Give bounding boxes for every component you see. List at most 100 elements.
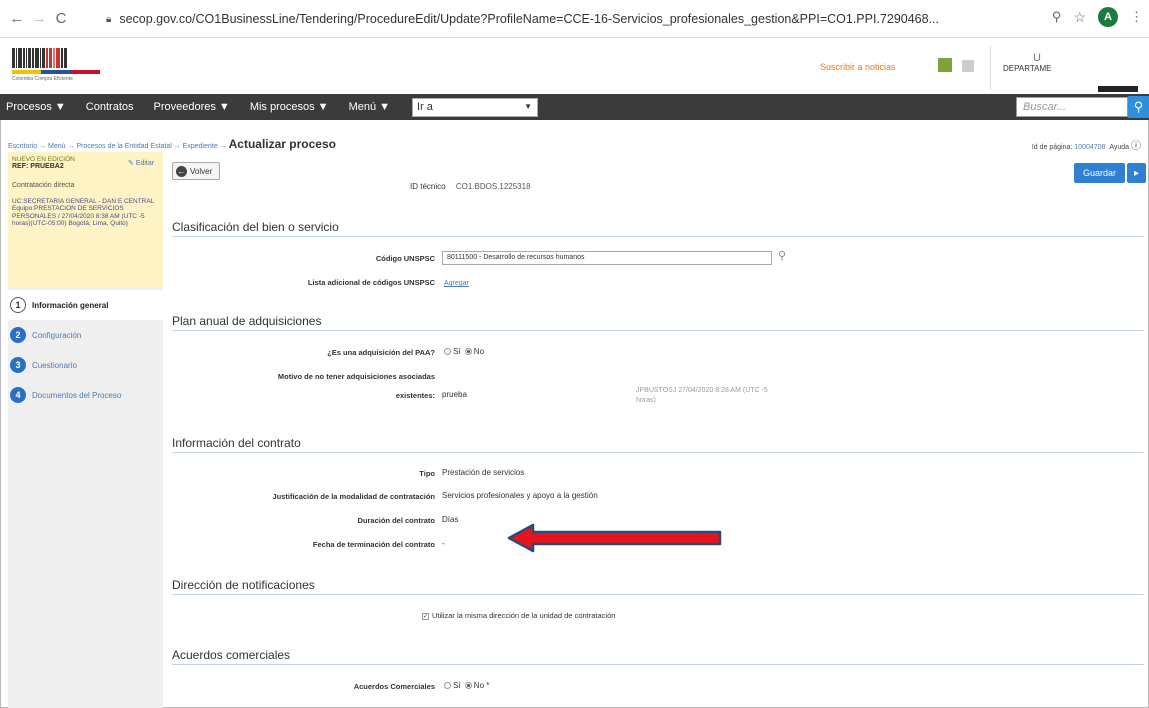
- search-icon[interactable]: ⚲: [778, 249, 786, 262]
- tipo-value: Prestación de servicios: [442, 468, 525, 477]
- step-number: 1: [10, 297, 26, 313]
- bookmark-star-icon[interactable]: ☆: [1073, 9, 1086, 26]
- menu-mis-procesos[interactable]: Mis procesos ▼: [240, 101, 339, 113]
- process-sidebar: NUEVO EN EDICIÓN ✎ Editar REF: PRUEBA2 C…: [8, 152, 163, 708]
- menu-proveedores[interactable]: Proveedores ▼: [144, 101, 240, 113]
- menu-procesos[interactable]: Procesos ▼: [0, 101, 76, 113]
- page-id-info: Id de página: 10004708 Ayuda ⓘ: [1032, 137, 1141, 152]
- process-type: Contratación directa: [12, 181, 75, 189]
- process-info-box: NUEVO EN EDICIÓN ✎ Editar REF: PRUEBA2 C…: [8, 152, 163, 288]
- help-icon[interactable]: ⓘ: [1131, 141, 1141, 152]
- step-configuracion[interactable]: 2 Configuración: [8, 320, 163, 350]
- colombia-compra-logo[interactable]: Colombia Compra Eficiente: [12, 48, 100, 82]
- paa-question-label: ¿Es una adquisición del PAA?: [327, 348, 435, 357]
- edit-label: Editar: [135, 160, 155, 167]
- tipo-label: Tipo: [419, 469, 435, 478]
- help-link[interactable]: Ayuda: [1109, 144, 1129, 151]
- motivo-label-1: Motivo de no tener adquisiciones asociad…: [277, 372, 435, 381]
- save-button[interactable]: Guardar: [1074, 163, 1125, 183]
- grid-icon[interactable]: [962, 60, 974, 72]
- browser-menu-icon[interactable]: ⋮: [1130, 9, 1143, 25]
- unspsc-field[interactable]: 80111500 - Desarrollo de recursos humano…: [442, 251, 772, 265]
- logo-tagline: Colombia Compra Eficiente: [12, 76, 73, 82]
- paa-no-label: No: [473, 347, 485, 356]
- lock-icon: 🔒︎: [106, 13, 112, 25]
- same-address-checkbox[interactable]: ✓: [422, 612, 429, 620]
- section-acuerdos: Acuerdos comerciales: [172, 648, 1144, 665]
- justificacion-label: Justificación de la modalidad de contrat…: [272, 492, 435, 501]
- dept-initials: U: [1033, 52, 1041, 64]
- section-paa: Plan anual de adquisiciones: [172, 314, 1144, 331]
- technical-id-label: ID técnico: [410, 182, 446, 191]
- section-contrato: Información del contrato: [172, 436, 1144, 453]
- notif-checkbox-row: ✓ Utilizar la misma dirección de la unida…: [422, 611, 615, 620]
- step-informacion-general[interactable]: 1 Información general: [8, 290, 163, 320]
- step-label: Documentos del Proceso: [32, 390, 122, 400]
- justificacion-value: Servicios profesionales y apoyo a la ges…: [442, 491, 598, 500]
- address-bar[interactable]: 🔒︎ secop.gov.co/CO1BusinessLine/Tenderin…: [106, 8, 1006, 30]
- page-id-link[interactable]: 10004708: [1074, 144, 1105, 151]
- section-clasificacion: Clasificación del bien o servicio: [172, 220, 1144, 237]
- acuerdos-radio-group: Sí No *: [442, 681, 489, 690]
- search-icon[interactable]: ⚲: [1128, 96, 1149, 118]
- back-button[interactable]: ← Volver: [172, 162, 220, 180]
- back-circle-icon: ←: [176, 165, 187, 177]
- page-title: Actualizar proceso: [228, 137, 336, 151]
- goto-select[interactable]: Ir a ▼: [412, 97, 539, 117]
- url-text: secop.gov.co/CO1BusinessLine/Tendering/P…: [119, 12, 940, 26]
- paa-radio-group: Sí No: [442, 347, 484, 356]
- browser-toolbar: ← → C 🔒︎ secop.gov.co/CO1BusinessLine/Te…: [0, 0, 1149, 38]
- step-number: 3: [10, 357, 26, 373]
- search-input[interactable]: Buscar...: [1016, 97, 1128, 117]
- edit-link[interactable]: ✎ Editar: [128, 160, 154, 168]
- motivo-note-line2: horas): [636, 396, 656, 404]
- motivo-label-2: existentes:: [395, 391, 435, 400]
- same-address-label: Utilizar la misma dirección de la unidad…: [432, 611, 616, 620]
- dropdown-caret-icon: ▼: [524, 101, 533, 111]
- step-label: Información general: [32, 300, 109, 310]
- user-department-box[interactable]: U DEPARTAME: [990, 46, 1140, 92]
- motivo-value: prueba: [442, 390, 467, 399]
- reload-icon[interactable]: C: [50, 10, 72, 27]
- paa-yes-radio[interactable]: [444, 348, 451, 356]
- dept-label: DEPARTAME: [1003, 64, 1052, 73]
- red-annotation-arrow: [507, 523, 722, 553]
- duracion-value: Días: [442, 515, 459, 524]
- acuerdos-label: Acuerdos Comerciales: [353, 682, 435, 691]
- page-id-label: Id de página:: [1031, 144, 1073, 151]
- step-label: Cuestionario: [32, 360, 77, 370]
- back-label: Volver: [190, 166, 213, 176]
- notifications-icon[interactable]: [938, 58, 952, 72]
- zoom-icon[interactable]: ⚲: [1052, 9, 1062, 25]
- paa-no-radio[interactable]: [464, 348, 472, 356]
- back-arrow-icon[interactable]: ←: [6, 10, 28, 27]
- menu-contratos[interactable]: Contratos: [76, 101, 144, 113]
- main-form: ← Volver Guardar ▸ ID técnico CO1.BDOS.1…: [170, 158, 1148, 708]
- account-avatar[interactable]: A: [1098, 7, 1118, 27]
- step-label: Configuración: [32, 330, 82, 340]
- breadcrumb-path[interactable]: Escritorio → Menú → Procesos de la Entid…: [8, 143, 229, 150]
- breadcrumb-bar: Escritorio → Menú → Procesos de la Entid…: [0, 124, 1149, 158]
- section-notificaciones: Dirección de notificaciones: [172, 578, 1144, 595]
- step-number: 2: [10, 327, 26, 343]
- step-number: 4: [10, 387, 26, 403]
- menu-menu[interactable]: Menú ▼: [339, 101, 400, 113]
- acuerdos-no-label: No *: [473, 681, 490, 690]
- acuerdos-yes-radio[interactable]: [444, 682, 451, 690]
- save-options-button[interactable]: ▸: [1127, 163, 1146, 183]
- motivo-audit-note: JPBUSTOSJ 27/04/2020 8:28 AM (UTC -5 hor…: [636, 386, 768, 406]
- acuerdos-no-radio[interactable]: [464, 682, 472, 690]
- step-documentos[interactable]: 4 Documentos del Proceso: [8, 380, 163, 410]
- paa-yes-label: Sí: [453, 347, 461, 356]
- header-subscribe-link[interactable]: Suscribir a noticias: [820, 62, 896, 72]
- forward-arrow-icon[interactable]: →: [28, 10, 50, 27]
- process-team: Equipo:PRESTACION DE SERVICIOS PERSONALE…: [12, 205, 145, 227]
- main-menu-bar: Procesos ▼ Contratos Proveedores ▼ Mis p…: [0, 94, 1149, 120]
- breadcrumb: Escritorio → Menú → Procesos de la Entid…: [8, 137, 336, 151]
- step-cuestionario[interactable]: 3 Cuestionario: [8, 350, 163, 380]
- technical-id-value: CO1.BDOS.1225318: [455, 182, 531, 191]
- dept-shadow: [1098, 86, 1138, 92]
- technical-id-row: ID técnico CO1.BDOS.1225318: [410, 182, 531, 191]
- motivo-note-line1: JPBUSTOSJ 27/04/2020 8:28 AM (UTC -5: [636, 387, 768, 394]
- add-codes-link[interactable]: Agregar: [444, 280, 469, 287]
